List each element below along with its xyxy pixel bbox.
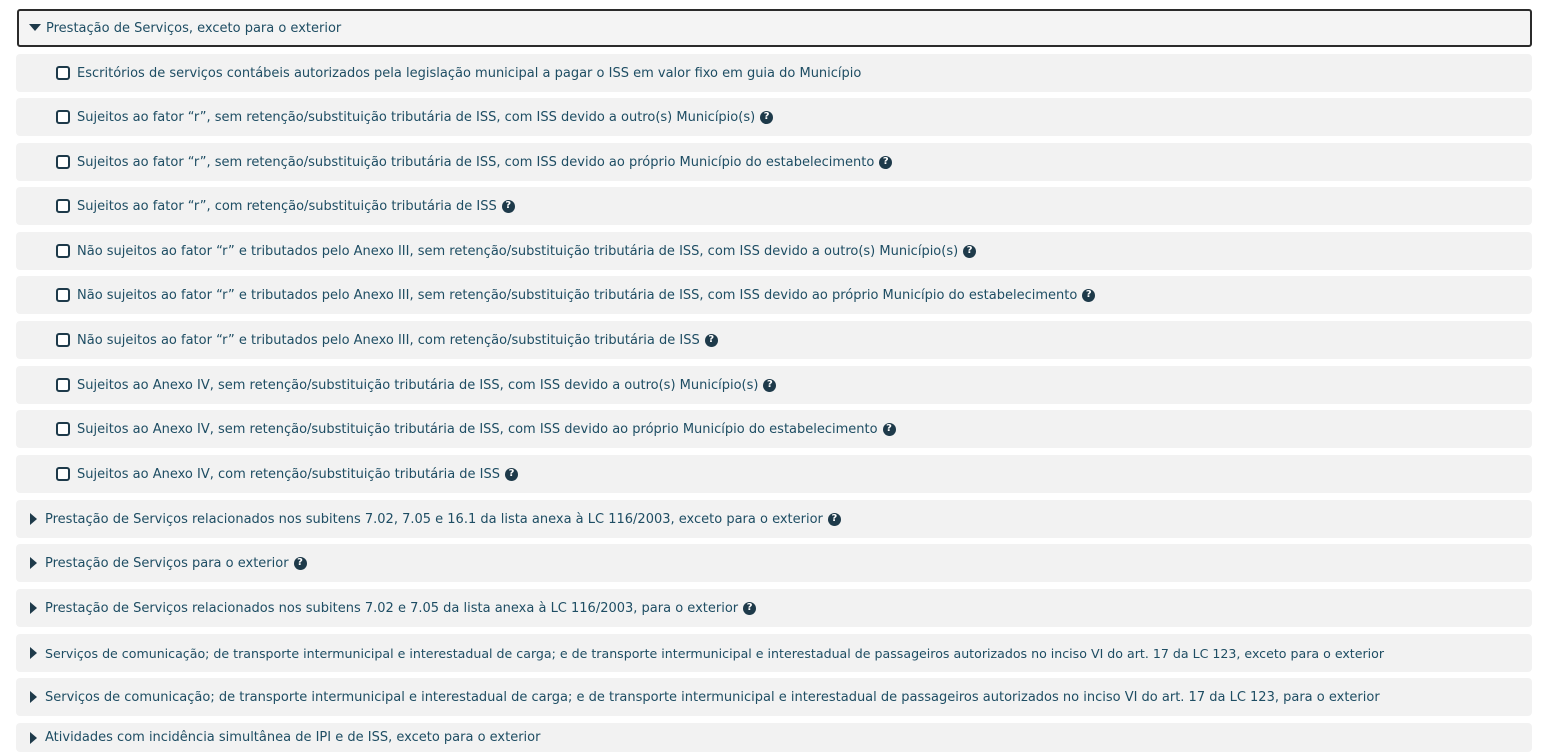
group-toggle[interactable]: Prestação de Serviços relacionados nos s…: [16, 589, 1532, 627]
option-label: Sujeitos ao Anexo IV, sem retenção/subst…: [77, 421, 878, 437]
group-label: Prestação de Serviços, exceto para o ext…: [46, 20, 342, 36]
help-icon[interactable]: ?: [882, 422, 896, 436]
group-label: Prestação de Serviços para o exterior: [45, 555, 289, 571]
caret-right-icon: [27, 731, 41, 745]
option-row[interactable]: Sujeitos ao Anexo IV, sem retenção/subst…: [16, 366, 1532, 404]
help-icon[interactable]: ?: [743, 601, 757, 615]
help-icon[interactable]: ?: [963, 244, 977, 258]
group-label: Prestação de Serviços relacionados nos s…: [45, 511, 823, 527]
group-toggle[interactable]: Prestação de Serviços relacionados nos s…: [16, 500, 1532, 538]
help-icon[interactable]: ?: [501, 199, 515, 213]
help-icon[interactable]: ?: [293, 556, 307, 570]
option-row[interactable]: Não sujeitos ao fator “r” e tributados p…: [16, 321, 1532, 359]
option-row[interactable]: Sujeitos ao fator “r”, com retenção/subs…: [16, 187, 1532, 225]
option-label: Sujeitos ao Anexo IV, sem retenção/subst…: [77, 377, 759, 393]
group-label: Serviços de comunicação; de transporte i…: [45, 645, 1385, 661]
caret-right-icon: [27, 646, 41, 660]
option-label: Sujeitos ao fator “r”, com retenção/subs…: [77, 198, 497, 214]
activity-tree: Prestação de Serviços, exceto para o ext…: [0, 0, 1547, 752]
help-icon[interactable]: ?: [1082, 288, 1096, 302]
checkbox[interactable]: [56, 244, 70, 258]
group-label: Prestação de Serviços relacionados nos s…: [45, 600, 739, 616]
help-icon[interactable]: ?: [760, 110, 774, 124]
option-row[interactable]: Sujeitos ao Anexo IV, sem retenção/subst…: [16, 410, 1532, 448]
checkbox[interactable]: [56, 467, 70, 481]
checkbox[interactable]: [56, 199, 70, 213]
help-icon[interactable]: ?: [704, 333, 718, 347]
option-row[interactable]: Sujeitos ao fator “r”, sem retenção/subs…: [16, 98, 1532, 136]
option-row[interactable]: Sujeitos ao fator “r”, sem retenção/subs…: [16, 143, 1532, 181]
help-icon[interactable]: ?: [763, 378, 777, 392]
option-row[interactable]: Não sujeitos ao fator “r” e tributados p…: [16, 276, 1532, 314]
checkbox[interactable]: [56, 422, 70, 436]
group-toggle-servicos-exceto-exterior[interactable]: Prestação de Serviços, exceto para o ext…: [17, 9, 1532, 47]
option-label: Sujeitos ao fator “r”, sem retenção/subs…: [77, 109, 756, 125]
option-label: Escritórios de serviços contábeis autori…: [77, 65, 862, 81]
caret-right-icon: [27, 690, 41, 704]
help-icon[interactable]: ?: [879, 155, 893, 169]
option-row[interactable]: Sujeitos ao Anexo IV, com retenção/subst…: [16, 455, 1532, 493]
caret-down-icon: [28, 21, 42, 35]
option-label: Não sujeitos ao fator “r” e tributados p…: [77, 287, 1078, 303]
group-toggle[interactable]: Serviços de comunicação; de transporte i…: [16, 678, 1532, 716]
checkbox[interactable]: [56, 66, 70, 80]
group-label: Serviços de comunicação; de transporte i…: [45, 689, 1380, 705]
option-row[interactable]: Escritórios de serviços contábeis autori…: [16, 54, 1532, 92]
option-row[interactable]: Não sujeitos ao fator “r” e tributados p…: [16, 232, 1532, 270]
group-toggle[interactable]: Serviços de comunicação; de transporte i…: [16, 634, 1532, 672]
help-icon[interactable]: ?: [505, 467, 519, 481]
option-label: Não sujeitos ao fator “r” e tributados p…: [77, 243, 959, 259]
checkbox[interactable]: [56, 155, 70, 169]
caret-right-icon: [27, 556, 41, 570]
option-label: Sujeitos ao Anexo IV, com retenção/subst…: [77, 466, 501, 482]
group-toggle[interactable]: Prestação de Serviços para o exterior ?: [16, 544, 1532, 582]
caret-right-icon: [27, 512, 41, 526]
caret-right-icon: [27, 601, 41, 615]
checkbox[interactable]: [56, 333, 70, 347]
group-toggle[interactable]: Atividades com incidência simultânea de …: [16, 723, 1532, 752]
checkbox[interactable]: [56, 288, 70, 302]
checkbox[interactable]: [56, 110, 70, 124]
checkbox[interactable]: [56, 378, 70, 392]
option-label: Não sujeitos ao fator “r” e tributados p…: [77, 332, 700, 348]
help-icon[interactable]: ?: [827, 512, 841, 526]
option-label: Sujeitos ao fator “r”, sem retenção/subs…: [77, 154, 875, 170]
group-label: Atividades com incidência simultânea de …: [45, 730, 541, 745]
